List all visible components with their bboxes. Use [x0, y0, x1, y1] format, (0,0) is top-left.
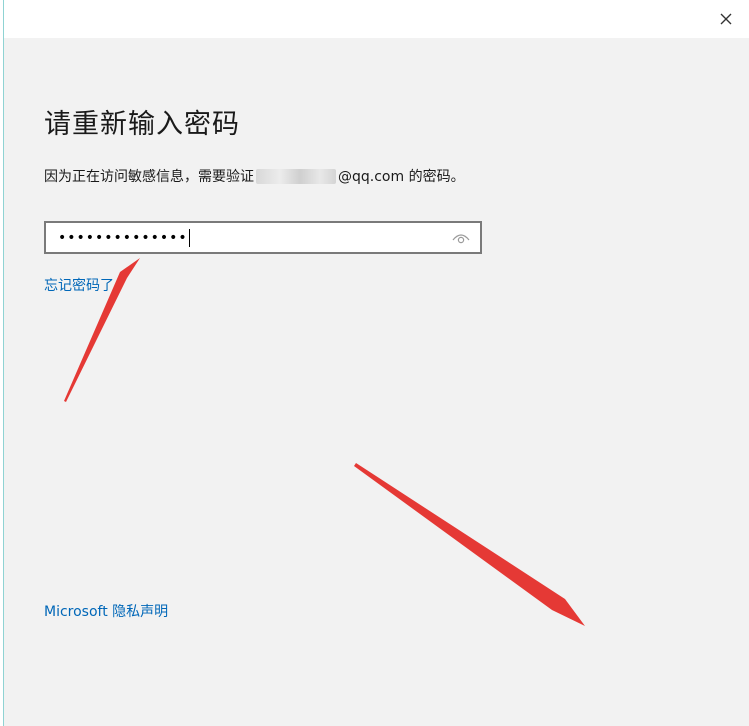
- redacted-account: [256, 168, 336, 184]
- description-suffix: @qq.com 的密码。: [338, 169, 465, 185]
- close-icon: [720, 13, 732, 25]
- password-value: ••••••••••••••: [58, 228, 190, 248]
- description-text: 因为正在访问敏感信息，需要验证 @qq.com 的密码。: [44, 166, 465, 186]
- dialog-content: 请重新输入密码 因为正在访问敏感信息，需要验证 @qq.com 的密码。 •••…: [4, 38, 749, 726]
- password-field[interactable]: ••••••••••••••: [44, 221, 482, 254]
- title-bar: [0, 0, 749, 38]
- description-prefix: 因为正在访问敏感信息，需要验证: [44, 169, 254, 185]
- privacy-statement-link[interactable]: Microsoft 隐私声明: [44, 601, 168, 621]
- forgot-password-link[interactable]: 忘记密码了: [44, 275, 114, 295]
- text-caret: [188, 229, 190, 247]
- page-title: 请重新输入密码: [44, 109, 240, 140]
- close-button[interactable]: [713, 6, 739, 32]
- password-dots: ••••••••••••••: [58, 230, 188, 246]
- eye-icon[interactable]: [452, 231, 470, 245]
